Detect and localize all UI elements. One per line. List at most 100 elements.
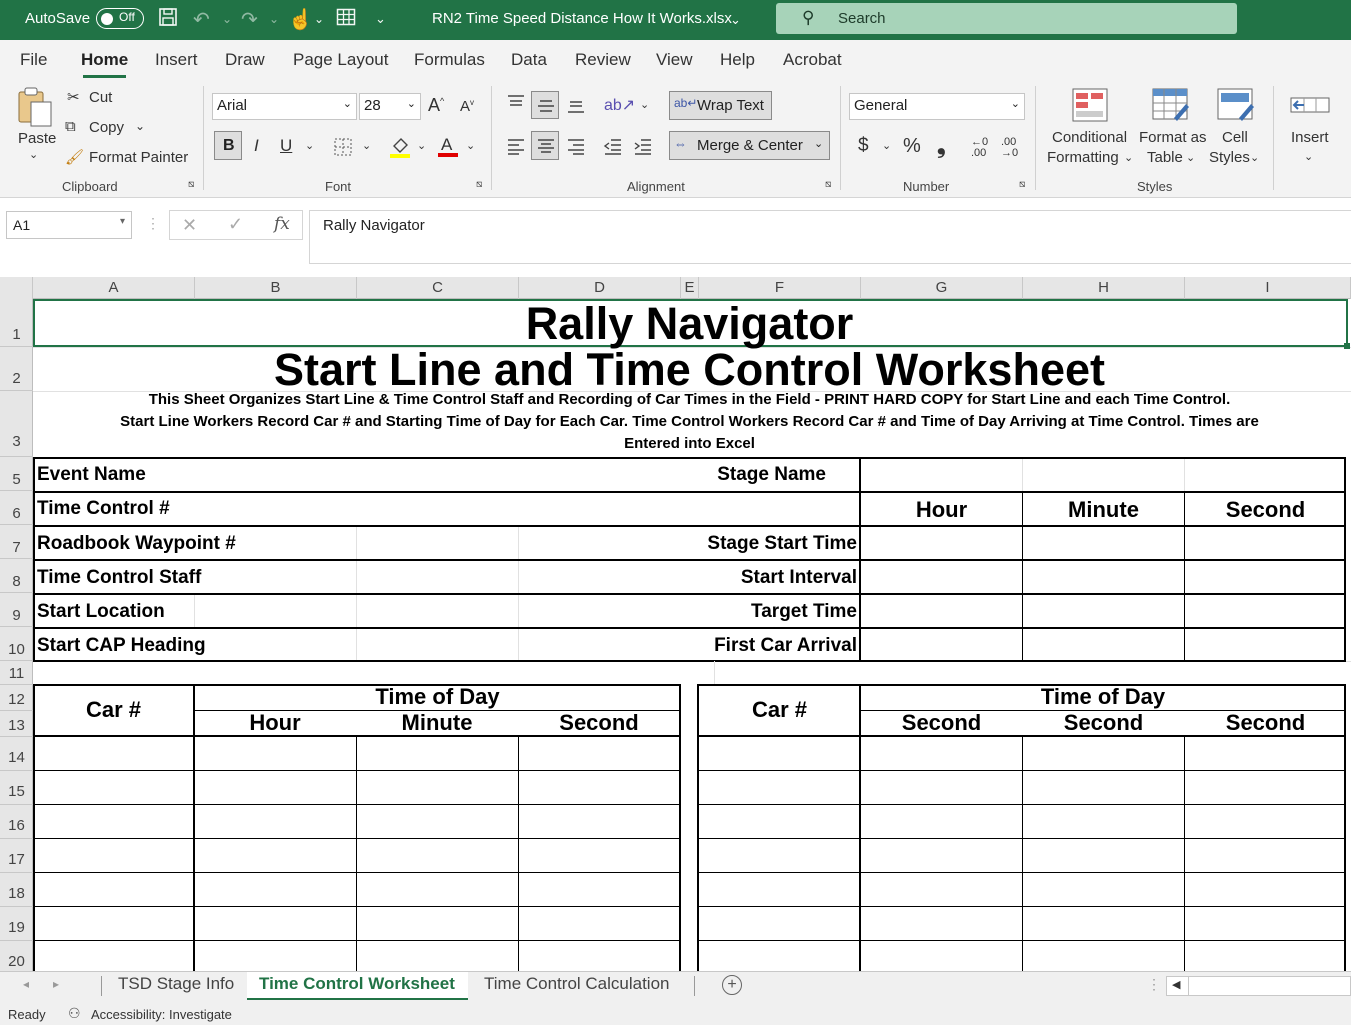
currency-button[interactable]: $ bbox=[858, 135, 869, 157]
font-name-select[interactable]: Arial ⌄ bbox=[212, 93, 357, 120]
fill-color-icon[interactable] bbox=[390, 135, 412, 162]
column-header-g[interactable]: G bbox=[861, 277, 1023, 299]
insert-function-icon[interactable]: fx bbox=[274, 214, 290, 234]
save-icon[interactable] bbox=[158, 7, 178, 33]
wrap-text-button[interactable]: ab↵ Wrap Text bbox=[669, 91, 772, 120]
conditional-formatting-button[interactable]: Conditional bbox=[1052, 129, 1127, 146]
fill-color-dropdown-icon[interactable]: ⌄ bbox=[417, 139, 426, 152]
decrease-indent-icon[interactable] bbox=[603, 138, 623, 159]
select-all-corner[interactable] bbox=[0, 277, 33, 299]
column-header-e[interactable]: E bbox=[681, 277, 699, 299]
cut-button[interactable]: Cut bbox=[89, 89, 112, 106]
format-painter-icon[interactable]: 🖌 bbox=[65, 148, 84, 166]
center-align-button[interactable] bbox=[531, 131, 559, 160]
paste-dropdown-icon[interactable]: ⌄ bbox=[29, 148, 38, 161]
format-as-table-label2[interactable]: Table bbox=[1147, 149, 1183, 166]
cell-styles-label2[interactable]: Styles bbox=[1209, 149, 1250, 166]
comma-button[interactable]: ❟ bbox=[937, 133, 946, 159]
underline-dropdown-icon[interactable]: ⌄ bbox=[305, 139, 314, 152]
paste-button[interactable]: Paste bbox=[18, 130, 56, 147]
column-header-h[interactable]: H bbox=[1023, 277, 1185, 299]
row-header-9[interactable]: 9 bbox=[0, 593, 33, 627]
percent-button[interactable]: % bbox=[903, 135, 921, 158]
filename-chevron-icon[interactable]: ⌄ bbox=[730, 12, 741, 28]
tab-data[interactable]: Data bbox=[511, 50, 547, 70]
sheet-tab-time-control-worksheet[interactable]: Time Control Worksheet bbox=[247, 972, 468, 1000]
insert-dropdown-icon[interactable]: ⌄ bbox=[1304, 150, 1313, 163]
tab-view[interactable]: View bbox=[656, 50, 693, 70]
alignment-launcher-icon[interactable]: ⧅ bbox=[825, 179, 831, 190]
row-header-8[interactable]: 8 bbox=[0, 559, 33, 593]
font-launcher-icon[interactable]: ⧅ bbox=[476, 179, 482, 190]
format-painter-button[interactable]: Format Painter bbox=[89, 149, 188, 166]
orientation-icon[interactable]: ab↗ bbox=[604, 95, 635, 115]
tab-formulas[interactable]: Formulas bbox=[414, 50, 485, 70]
italic-button[interactable]: I bbox=[254, 136, 259, 156]
row-header-2[interactable]: 2 bbox=[0, 347, 33, 391]
tab-home[interactable]: Home bbox=[81, 50, 128, 78]
redo-icon[interactable]: ↷ bbox=[241, 7, 258, 32]
conditional-dropdown-icon[interactable]: ⌄ bbox=[1124, 151, 1133, 164]
search-box[interactable]: ⚲ Search bbox=[776, 3, 1237, 34]
row-header-15[interactable]: 15 bbox=[0, 771, 33, 805]
orientation-dropdown-icon[interactable]: ⌄ bbox=[640, 98, 649, 111]
undo-dropdown-icon[interactable]: ⌄ bbox=[222, 12, 232, 26]
tab-page-layout[interactable]: Page Layout bbox=[293, 50, 388, 70]
row-header-14[interactable]: 14 bbox=[0, 737, 33, 771]
merge-center-button[interactable]: ⇔ Merge & Center ⌄ bbox=[669, 131, 830, 160]
table-icon[interactable] bbox=[336, 7, 356, 33]
column-header-c[interactable]: C bbox=[357, 277, 519, 299]
number-format-select[interactable]: General ⌄ bbox=[849, 93, 1025, 120]
row-header-10[interactable]: 10 bbox=[0, 627, 33, 661]
align-left-icon[interactable] bbox=[506, 138, 526, 159]
tab-splitter-icon[interactable]: ⋮ bbox=[1147, 976, 1161, 993]
cut-icon[interactable]: ✂ bbox=[67, 88, 80, 106]
column-header-i[interactable]: I bbox=[1185, 277, 1351, 299]
redo-dropdown-icon[interactable]: ⌄ bbox=[269, 12, 279, 26]
conditional-formatting-icon[interactable] bbox=[1072, 88, 1108, 125]
column-header-a[interactable]: A bbox=[33, 277, 195, 299]
clipboard-launcher-icon[interactable]: ⧅ bbox=[188, 179, 194, 190]
cell-styles-dropdown-icon[interactable]: ⌄ bbox=[1250, 151, 1259, 164]
middle-align-button[interactable] bbox=[531, 91, 559, 119]
font-color-icon[interactable]: A bbox=[438, 134, 460, 161]
next-sheet-icon[interactable]: ▸ bbox=[53, 977, 59, 991]
row-header-7[interactable]: 7 bbox=[0, 525, 33, 559]
underline-button[interactable]: U bbox=[280, 136, 292, 156]
add-sheet-icon[interactable]: + bbox=[722, 975, 742, 995]
column-header-b[interactable]: B bbox=[195, 277, 357, 299]
file-name[interactable]: RN2 Time Speed Distance How It Works.xls… bbox=[432, 10, 732, 27]
column-header-d[interactable]: D bbox=[519, 277, 681, 299]
merge-dropdown-icon[interactable]: ⌄ bbox=[814, 137, 823, 150]
cell-styles-icon[interactable] bbox=[1217, 88, 1255, 125]
horizontal-scrollbar[interactable]: ◀ bbox=[1166, 976, 1351, 996]
increase-indent-icon[interactable] bbox=[633, 138, 653, 159]
row-header-17[interactable]: 17 bbox=[0, 839, 33, 873]
worksheet-grid[interactable]: Rally Navigator Start Line and Time Cont… bbox=[33, 299, 1351, 971]
tab-draw[interactable]: Draw bbox=[225, 50, 265, 70]
row-header-11[interactable]: 11 bbox=[0, 661, 33, 685]
cancel-icon[interactable]: ✕ bbox=[182, 215, 197, 236]
sheet-tab-tsd-stage-info[interactable]: TSD Stage Info bbox=[118, 974, 234, 994]
font-color-dropdown-icon[interactable]: ⌄ bbox=[466, 139, 475, 152]
name-box[interactable]: A1 ▾ bbox=[6, 211, 132, 239]
formula-input[interactable]: Rally Navigator bbox=[309, 210, 1351, 264]
copy-icon[interactable]: ⧉ bbox=[65, 118, 76, 135]
borders-dropdown-icon[interactable]: ⌄ bbox=[362, 139, 371, 152]
copy-button[interactable]: Copy bbox=[89, 119, 124, 136]
prev-sheet-icon[interactable]: ◂ bbox=[23, 977, 29, 991]
decrease-decimal-icon[interactable]: .00 →0 bbox=[1001, 137, 1018, 159]
undo-icon[interactable]: ↶ bbox=[193, 7, 210, 32]
format-as-table-button[interactable]: Format as bbox=[1139, 129, 1207, 146]
format-table-dropdown-icon[interactable]: ⌄ bbox=[1186, 151, 1195, 164]
enter-icon[interactable]: ✓ bbox=[228, 214, 243, 235]
row-header-16[interactable]: 16 bbox=[0, 805, 33, 839]
row-header-13[interactable]: 13 bbox=[0, 711, 33, 737]
tab-insert[interactable]: Insert bbox=[155, 50, 198, 70]
customize-qat-icon[interactable]: ⌄ bbox=[375, 11, 386, 27]
currency-dropdown-icon[interactable]: ⌄ bbox=[882, 139, 891, 152]
paste-icon[interactable] bbox=[16, 86, 54, 131]
top-align-icon[interactable] bbox=[506, 94, 526, 115]
row-header-6[interactable]: 6 bbox=[0, 491, 33, 525]
row-header-20[interactable]: 20 bbox=[0, 941, 33, 971]
